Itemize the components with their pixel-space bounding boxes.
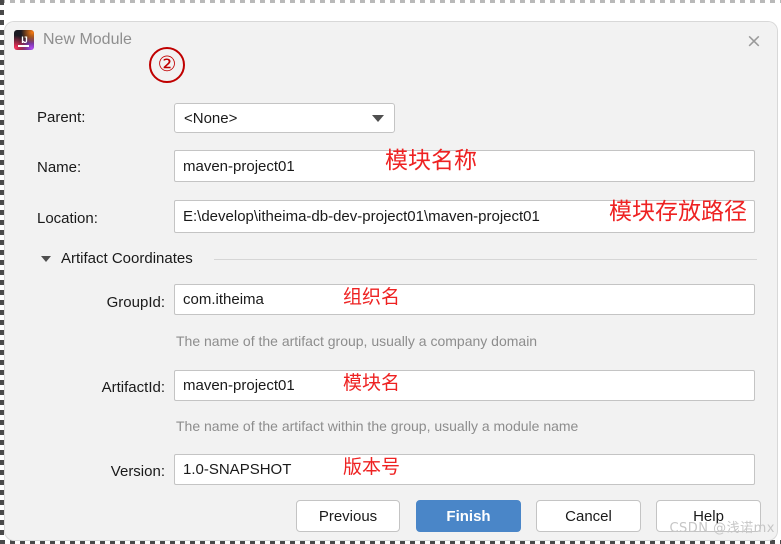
artifact-coordinates-title: Artifact Coordinates bbox=[61, 250, 193, 267]
artifactid-input[interactable]: maven-project01 bbox=[174, 370, 755, 401]
finish-button[interactable]: Finish bbox=[416, 500, 521, 532]
crop-edge-bottom bbox=[0, 540, 781, 544]
version-input-value: 1.0-SNAPSHOT bbox=[183, 461, 292, 478]
artifactid-input-value: maven-project01 bbox=[183, 377, 295, 394]
triangle-down-icon bbox=[41, 256, 51, 262]
annotation-groupid: 组织名 bbox=[343, 286, 401, 308]
new-module-dialog: IJ New Module × ② Parent: <None> Name: m… bbox=[5, 22, 777, 540]
parent-label: Parent: bbox=[37, 109, 86, 126]
parent-select[interactable]: <None> bbox=[174, 103, 395, 133]
groupid-input-value: com.itheima bbox=[183, 291, 264, 308]
annotation-step-number: ② bbox=[149, 47, 185, 83]
cancel-button[interactable]: Cancel bbox=[536, 500, 641, 532]
dialog-titlebar: IJ New Module × bbox=[5, 22, 777, 60]
location-label: Location: bbox=[37, 210, 98, 227]
artifactid-hint: The name of the artifact within the grou… bbox=[176, 418, 579, 434]
name-label: Name: bbox=[37, 159, 82, 176]
intellij-idea-icon: IJ bbox=[14, 30, 34, 50]
section-divider bbox=[214, 259, 757, 260]
annotation-name: 模块名称 bbox=[385, 148, 477, 174]
artifactid-label: ArtifactId: bbox=[101, 379, 165, 396]
artifact-coordinates-section-header[interactable]: Artifact Coordinates bbox=[41, 248, 757, 270]
parent-select-value: <None> bbox=[184, 109, 238, 127]
previous-button[interactable]: Previous bbox=[296, 500, 400, 532]
crop-edge-left bbox=[0, 0, 4, 544]
dialog-title: New Module bbox=[43, 31, 132, 48]
close-icon[interactable]: × bbox=[741, 28, 767, 54]
annotation-artifactid: 模块名 bbox=[343, 372, 401, 394]
version-label: Version: bbox=[110, 463, 165, 480]
intellij-idea-icon-bar bbox=[18, 45, 29, 47]
version-input[interactable]: 1.0-SNAPSHOT bbox=[174, 454, 755, 485]
csdn-watermark: CSDN @浅诺mx bbox=[669, 521, 775, 536]
screenshot-root: IJ New Module × ② Parent: <None> Name: m… bbox=[0, 0, 781, 544]
groupid-input[interactable]: com.itheima bbox=[174, 284, 755, 315]
groupid-label: GroupId: bbox=[106, 294, 165, 311]
groupid-hint: The name of the artifact group, usually … bbox=[176, 333, 538, 349]
crop-edge-top bbox=[0, 0, 781, 3]
annotation-location: 模块存放路径 bbox=[609, 199, 747, 225]
chevron-down-icon bbox=[372, 115, 384, 122]
annotation-version: 版本号 bbox=[343, 456, 401, 478]
